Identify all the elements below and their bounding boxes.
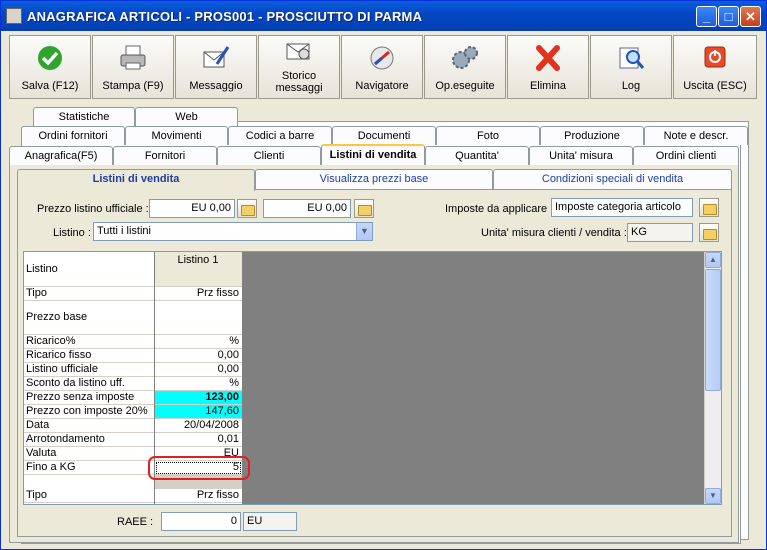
subtab-condizioni-speciali[interactable]: Condizioni speciali di vendita: [493, 169, 732, 189]
prezzo-listino-label: Prezzo listino ufficiale :: [37, 203, 149, 215]
grid-row-label: Ricarico%: [24, 335, 154, 349]
folder-icon[interactable]: [354, 199, 374, 218]
raee-label: RAEE :: [117, 516, 154, 528]
grid-label-column: Listino Tipo Prezzo base Ricarico% Ricar…: [24, 252, 154, 504]
grid-cell[interactable]: %: [155, 335, 242, 349]
executed-ops-button[interactable]: Op.eseguite: [424, 35, 506, 99]
tab-quantita[interactable]: Quantita': [425, 146, 529, 165]
maximize-button[interactable]: □: [718, 6, 739, 27]
tab-clienti[interactable]: Clienti: [217, 146, 321, 165]
imposte-label: Imposte da applicare :: [445, 203, 554, 215]
message-icon: [203, 46, 230, 68]
folder-icon[interactable]: [237, 199, 257, 218]
message-history-label: Storico messaggi: [275, 70, 323, 94]
delete-x-icon: [536, 45, 560, 71]
grid-row-label: Prezzo con imposte 20%: [24, 405, 154, 419]
app-icon: [6, 8, 22, 24]
listino-select-value: Tutti i listini: [97, 225, 151, 237]
grid-cell[interactable]: 0,00: [155, 349, 242, 363]
unita-field[interactable]: KG: [627, 223, 693, 242]
grid-cell[interactable]: 20/04/2008: [155, 419, 242, 433]
grid-cell[interactable]: 0,00: [155, 363, 242, 377]
prezzo-listino-field-1[interactable]: EU 0,00: [149, 199, 235, 218]
scroll-up-icon[interactable]: ▲: [705, 252, 721, 268]
window-title: ANAGRAFICA ARTICOLI - PROS001 - PROSCIUT…: [27, 9, 423, 24]
prezzo-listino-field-2[interactable]: EU 0,00: [263, 199, 351, 218]
folder-icon[interactable]: [699, 198, 719, 217]
log-magnifier-icon: [619, 47, 645, 69]
grid-row-label: Prezzo base: [24, 301, 154, 335]
grid-cell[interactable]: Prz fisso: [155, 489, 242, 503]
tab-ordini-clienti[interactable]: Ordini clienti: [633, 146, 739, 165]
grid-row-label: Fino a KG: [24, 461, 154, 475]
listini-grid: Listino Tipo Prezzo base Ricarico% Ricar…: [23, 251, 722, 505]
log-button[interactable]: Log: [590, 35, 672, 99]
grid-scrollbar[interactable]: ▲ ▼: [704, 252, 721, 504]
navigator-button[interactable]: Navigatore: [341, 35, 423, 99]
grid-row-label: Sconto da listino uff.: [24, 377, 154, 391]
grid-cell[interactable]: [155, 301, 242, 335]
grid-column-title: Listino 1: [155, 252, 242, 287]
grid-cell-prezzo-con-imposte[interactable]: 147,60: [155, 405, 242, 419]
grid-row-label: Ricarico fisso: [24, 349, 154, 363]
imposte-field[interactable]: Imposte categoria articolo: [551, 198, 693, 217]
grid-header-label: Listino: [24, 252, 154, 287]
grid-cell[interactable]: %: [155, 377, 242, 391]
tab-note-e-descr[interactable]: Note e descr.: [644, 126, 748, 145]
grid-row-label: Tipo: [24, 489, 154, 503]
main-window: ANAGRAFICA ARTICOLI - PROS001 - PROSCIUT…: [0, 0, 767, 550]
compass-icon: [370, 46, 394, 70]
grid-cell[interactable]: Prz fisso: [155, 287, 242, 301]
tab-statistiche[interactable]: Statistiche: [33, 107, 135, 126]
tab-fornitori[interactable]: Fornitori: [113, 146, 217, 165]
tab-foto[interactable]: Foto: [436, 126, 540, 145]
scroll-down-icon[interactable]: ▼: [705, 488, 721, 504]
tab-unita-misura[interactable]: Unita' misura: [529, 146, 633, 165]
printer-icon: [120, 45, 146, 70]
grid-row-label: Arrotondamento: [24, 433, 154, 447]
message-button[interactable]: Messaggio: [175, 35, 257, 99]
annotation-highlight: [148, 456, 250, 480]
grid-row-label: Tipo: [24, 287, 154, 301]
toolbar: Salva (F12) Stampa (F9) Messaggio Storic…: [9, 35, 758, 101]
scroll-thumb[interactable]: [705, 269, 721, 391]
unita-label: Unita' misura clienti / vendita :: [481, 227, 627, 239]
message-history-button[interactable]: Storico messaggi: [258, 35, 340, 99]
delete-button[interactable]: Elimina: [507, 35, 589, 99]
exit-icon: [704, 46, 726, 68]
minimize-button[interactable]: _: [696, 6, 717, 27]
folder-icon[interactable]: [699, 223, 719, 242]
tab-produzione[interactable]: Produzione: [540, 126, 644, 145]
grid-row-label: Listino ufficiale: [24, 363, 154, 377]
chevron-down-icon[interactable]: ▼: [356, 223, 372, 240]
listino-select[interactable]: Tutti i listini ▼: [93, 222, 373, 241]
print-button[interactable]: Stampa (F9): [92, 35, 174, 99]
tab-codici-a-barre[interactable]: Codici a barre: [228, 126, 332, 145]
tab-listini-di-vendita[interactable]: Listini di vendita: [321, 144, 425, 165]
gears-icon: [452, 46, 478, 69]
grid-row-label: Data: [24, 419, 154, 433]
tab-anagrafica[interactable]: Anagrafica(F5): [9, 146, 113, 165]
grid-cell[interactable]: 0,01: [155, 433, 242, 447]
title-bar[interactable]: ANAGRAFICA ARTICOLI - PROS001 - PROSCIUT…: [1, 1, 766, 31]
tab-documenti[interactable]: Documenti: [332, 126, 436, 145]
tab-ordini-fornitori[interactable]: Ordini fornitori: [21, 126, 125, 145]
exit-button[interactable]: Uscita (ESC): [673, 35, 757, 99]
check-icon: [38, 46, 62, 70]
subtab-listini-di-vendita[interactable]: Listini di vendita: [17, 169, 255, 191]
grid-row-label: Valuta: [24, 447, 154, 461]
raee-field[interactable]: 0: [161, 512, 241, 531]
close-button[interactable]: ✕: [740, 6, 761, 27]
grid-row-label: Prezzo senza imposte: [24, 391, 154, 405]
raee-currency: EU: [243, 512, 297, 531]
subtab-visualizza-prezzi-base[interactable]: Visualizza prezzi base: [255, 169, 493, 189]
tab-web[interactable]: Web: [135, 107, 238, 126]
save-button[interactable]: Salva (F12): [9, 35, 91, 99]
message-history-icon: [286, 43, 310, 60]
grid-cell-prezzo-senza-imposte[interactable]: 123,00: [155, 391, 242, 405]
listino-label: Listino :: [53, 227, 91, 239]
tab-movimenti[interactable]: Movimenti: [125, 126, 228, 145]
